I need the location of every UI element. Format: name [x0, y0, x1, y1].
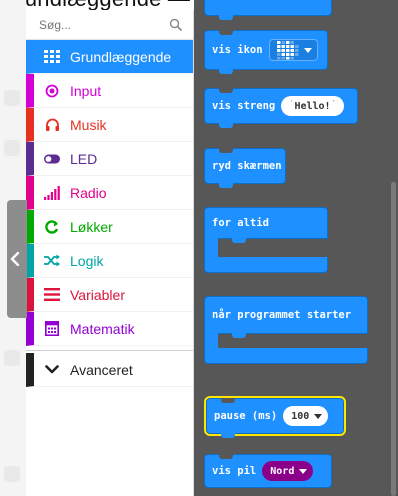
chevron-down-icon: [44, 362, 60, 378]
faded-icon: [4, 90, 20, 106]
block-label: vis ikon: [212, 44, 263, 56]
block-label: for altid: [212, 217, 269, 229]
search-icon[interactable]: [169, 18, 182, 31]
category-label: Radio: [70, 184, 107, 201]
quote-icon: ❛: [289, 99, 294, 107]
search-input[interactable]: [39, 17, 159, 32]
show-icon-block[interactable]: vis ikon: [204, 30, 328, 74]
chevron-down-icon: [299, 468, 308, 474]
chevron-down-icon: [303, 47, 312, 53]
forever-block[interactable]: for altid: [204, 207, 328, 273]
lines-icon: [44, 287, 60, 303]
block-footer: [204, 348, 368, 364]
on-start-block[interactable]: når programmet starter: [204, 296, 368, 364]
block-flyout: vis ikon vis streng ❛ Hello! ❜ ryd skærm…: [194, 0, 398, 496]
grid-icon: [44, 49, 60, 65]
block-label: pause (ms): [214, 410, 278, 422]
category-input[interactable]: Input: [26, 74, 193, 108]
search-bar: [26, 10, 193, 40]
category-loekker[interactable]: Løkker: [26, 210, 193, 244]
loop-arrow-icon: [44, 219, 60, 235]
flyout-scrollbar[interactable]: [391, 182, 396, 496]
category-label: Grundlæggende: [70, 48, 172, 65]
category-radio[interactable]: Radio: [26, 176, 193, 210]
block-arm: [204, 238, 218, 258]
category-logik[interactable]: Logik: [26, 244, 193, 278]
quote-icon: ❜: [331, 99, 336, 107]
block-arm: [204, 333, 218, 349]
on-start-block-header: når programmet starter: [204, 296, 368, 334]
shuffle-icon: [44, 253, 60, 269]
arrow-direction-dropdown[interactable]: Nord: [262, 461, 314, 481]
category-label: Matematik: [70, 320, 135, 337]
faded-icon: [4, 350, 20, 366]
signal-bars-icon: [44, 185, 60, 201]
category-grundlaeggende[interactable]: Grundlæggende: [26, 40, 193, 74]
category-led[interactable]: LED: [26, 142, 193, 176]
clear-screen-block[interactable]: ryd skærmen: [204, 148, 286, 188]
category-avanceret[interactable]: Avanceret: [26, 353, 193, 387]
show-string-block[interactable]: vis streng ❛ Hello! ❜: [204, 88, 358, 128]
block-label: når programmet starter: [212, 309, 352, 321]
faded-icon: [4, 466, 20, 482]
faded-icon: [4, 140, 20, 156]
block-label: vis streng: [212, 100, 276, 112]
icon-picker-dropdown[interactable]: [268, 39, 318, 61]
block-partial[interactable]: [204, 0, 332, 20]
block-footer: [204, 257, 328, 273]
arrow-direction-value: Nord: [270, 465, 295, 477]
category-label: Input: [70, 82, 102, 99]
category-musik[interactable]: Musik: [26, 108, 193, 142]
category-label: Avanceret: [70, 361, 133, 378]
category-variabler[interactable]: Variabler: [26, 278, 193, 312]
pause-block[interactable]: pause (ms) 100: [204, 396, 346, 438]
heart-icon: [276, 41, 299, 60]
category-label: Musik: [70, 116, 107, 133]
category-label: Logik: [70, 252, 104, 269]
block-label: ryd skærmen: [212, 160, 282, 172]
show-arrow-block[interactable]: vis pil Nord: [204, 454, 332, 488]
block-tab: [232, 333, 246, 338]
block-tab: [232, 238, 246, 243]
block-label: vis pil: [212, 465, 257, 477]
radio-button-icon: [44, 83, 60, 99]
forever-block-header: for altid: [204, 207, 328, 239]
category-label: Løkker: [70, 218, 113, 235]
pause-value: 100: [291, 410, 310, 422]
pause-duration-dropdown[interactable]: 100: [283, 406, 329, 426]
chevron-down-icon: [314, 413, 323, 419]
calculator-icon: [44, 321, 60, 337]
category-matematik[interactable]: Matematik: [26, 312, 193, 346]
category-label: LED: [70, 150, 98, 167]
string-input[interactable]: ❛ Hello! ❜: [281, 96, 344, 116]
headphones-icon: [44, 117, 60, 133]
toggle-icon: [44, 151, 60, 167]
category-label: Variabler: [70, 286, 125, 303]
string-value: Hello!: [294, 100, 331, 112]
divider: [26, 350, 193, 351]
collapse-toolbox-handle[interactable]: [7, 200, 27, 318]
chevron-left-icon: [10, 252, 20, 266]
toolbox: Grundlæggende Input Musik LED Radio Løkk…: [26, 10, 194, 496]
